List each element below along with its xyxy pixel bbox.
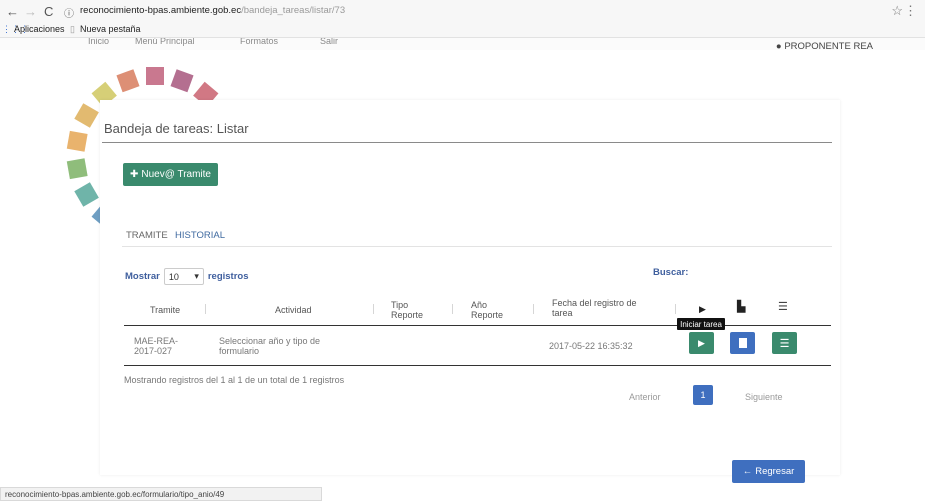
new-tramite-label: Nuev@ Tramite bbox=[141, 169, 211, 180]
url-path: /bandeja_tareas/listar/73 bbox=[241, 5, 346, 16]
column-header-fecha[interactable]: Fecha del registro de tarea bbox=[552, 298, 652, 318]
length-label-before: Mostrar bbox=[125, 271, 160, 282]
list-icon: ☰ bbox=[779, 337, 790, 350]
pagination-page-1[interactable]: 1 bbox=[693, 385, 713, 405]
pagination-next[interactable]: Siguiente bbox=[745, 392, 783, 402]
page-length-control: Mostrar 10 ▾ registros bbox=[125, 268, 249, 285]
column-header-tipo-reporte[interactable]: Tipo Reporte bbox=[391, 300, 431, 320]
details-button[interactable]: ☰ bbox=[772, 332, 797, 354]
column-separator bbox=[373, 304, 374, 314]
title-divider bbox=[102, 142, 832, 143]
back-button-label: Regresar bbox=[755, 466, 795, 477]
back-arrow-icon[interactable]: ← bbox=[6, 4, 19, 19]
start-task-button[interactable]: ▶ bbox=[689, 332, 714, 354]
tooltip: Iniciar tarea bbox=[677, 318, 725, 330]
cell-actividad: Seleccionar año y tipo de formulario bbox=[219, 336, 321, 356]
column-header-anio-reporte[interactable]: Año Reporte bbox=[471, 300, 513, 320]
table-bottom-border bbox=[124, 365, 831, 366]
status-url: reconocimiento-bpas.ambiente.gob.ec/form… bbox=[0, 487, 322, 501]
page-icon: ▯ bbox=[70, 24, 75, 34]
column-separator bbox=[533, 304, 534, 314]
menu-item-inicio[interactable]: Inicio bbox=[88, 38, 109, 46]
user-icon: ● bbox=[775, 41, 782, 52]
play-column-icon: ▶ bbox=[699, 304, 706, 314]
search-label: Buscar: bbox=[653, 267, 689, 278]
bookmark-nueva-pestana[interactable]: Nueva pestaña bbox=[80, 24, 141, 34]
back-button[interactable]: ← Regresar bbox=[732, 460, 805, 483]
menu-item-formatos[interactable]: Formatos bbox=[240, 38, 278, 46]
bookmark-aplicaciones[interactable]: Aplicaciones bbox=[14, 24, 65, 34]
column-header-tramite[interactable]: Tramite bbox=[150, 305, 180, 315]
url-field[interactable]: reconocimiento-bpas.ambiente.gob.ec/band… bbox=[80, 5, 345, 16]
tab-tramite[interactable]: TRAMITE bbox=[126, 230, 168, 241]
tab-historial[interactable]: HISTORIAL bbox=[175, 230, 225, 241]
info-icon[interactable]: ⓘ bbox=[64, 5, 74, 20]
column-separator bbox=[675, 304, 676, 314]
page-title: Bandeja de tareas: Listar bbox=[104, 121, 249, 136]
bookmark-star-icon[interactable]: ☆ bbox=[891, 3, 903, 19]
tabs-divider bbox=[122, 246, 832, 247]
length-label-after: registros bbox=[207, 271, 249, 282]
url-domain: reconocimiento-bpas.ambiente.gob.ec bbox=[80, 5, 242, 16]
file-column-icon: ▙ bbox=[737, 301, 746, 313]
page-length-value: 10 bbox=[168, 271, 179, 282]
play-icon: ▶ bbox=[698, 337, 705, 348]
list-column-icon: ☰ bbox=[778, 301, 788, 313]
reload-icon[interactable]: C bbox=[44, 4, 53, 19]
menu-item-menu-principal[interactable]: Menú Principal bbox=[135, 38, 195, 46]
cell-fecha: 2017-05-22 16:35:32 bbox=[549, 341, 633, 351]
browser-menu-icon[interactable]: ⋮ bbox=[904, 3, 917, 19]
document-icon bbox=[738, 338, 747, 348]
table-info: Mostrando registros del 1 al 1 de un tot… bbox=[124, 375, 345, 385]
document-button[interactable] bbox=[730, 332, 755, 354]
column-separator bbox=[452, 304, 453, 314]
pagination-previous[interactable]: Anterior bbox=[629, 392, 661, 402]
cell-tramite: MAE-REA-2017-027 bbox=[134, 336, 179, 356]
column-separator bbox=[205, 304, 206, 314]
user-role[interactable]: ● PROPONENTE REA bbox=[776, 41, 873, 52]
content-panel bbox=[100, 100, 840, 475]
column-header-actividad[interactable]: Actividad bbox=[275, 305, 312, 315]
bookmarks-bar: ⋮⋮⋮ Aplicaciones ▯ Nueva pestaña bbox=[0, 22, 925, 38]
menu-item-salir[interactable]: Salir bbox=[320, 38, 338, 46]
user-role-label: PROPONENTE REA bbox=[784, 41, 873, 52]
forward-arrow-icon[interactable]: → bbox=[24, 4, 37, 19]
page-length-select[interactable]: 10 ▾ bbox=[163, 268, 204, 285]
arrow-left-icon: ← bbox=[742, 466, 753, 477]
new-tramite-button[interactable]: ✚ Nuev@ Tramite bbox=[123, 163, 218, 186]
browser-address-bar: ← → C ⓘ reconocimiento-bpas.ambiente.gob… bbox=[0, 0, 925, 22]
plus-icon: ✚ bbox=[129, 169, 139, 180]
caret-down-icon: ▾ bbox=[194, 271, 199, 281]
